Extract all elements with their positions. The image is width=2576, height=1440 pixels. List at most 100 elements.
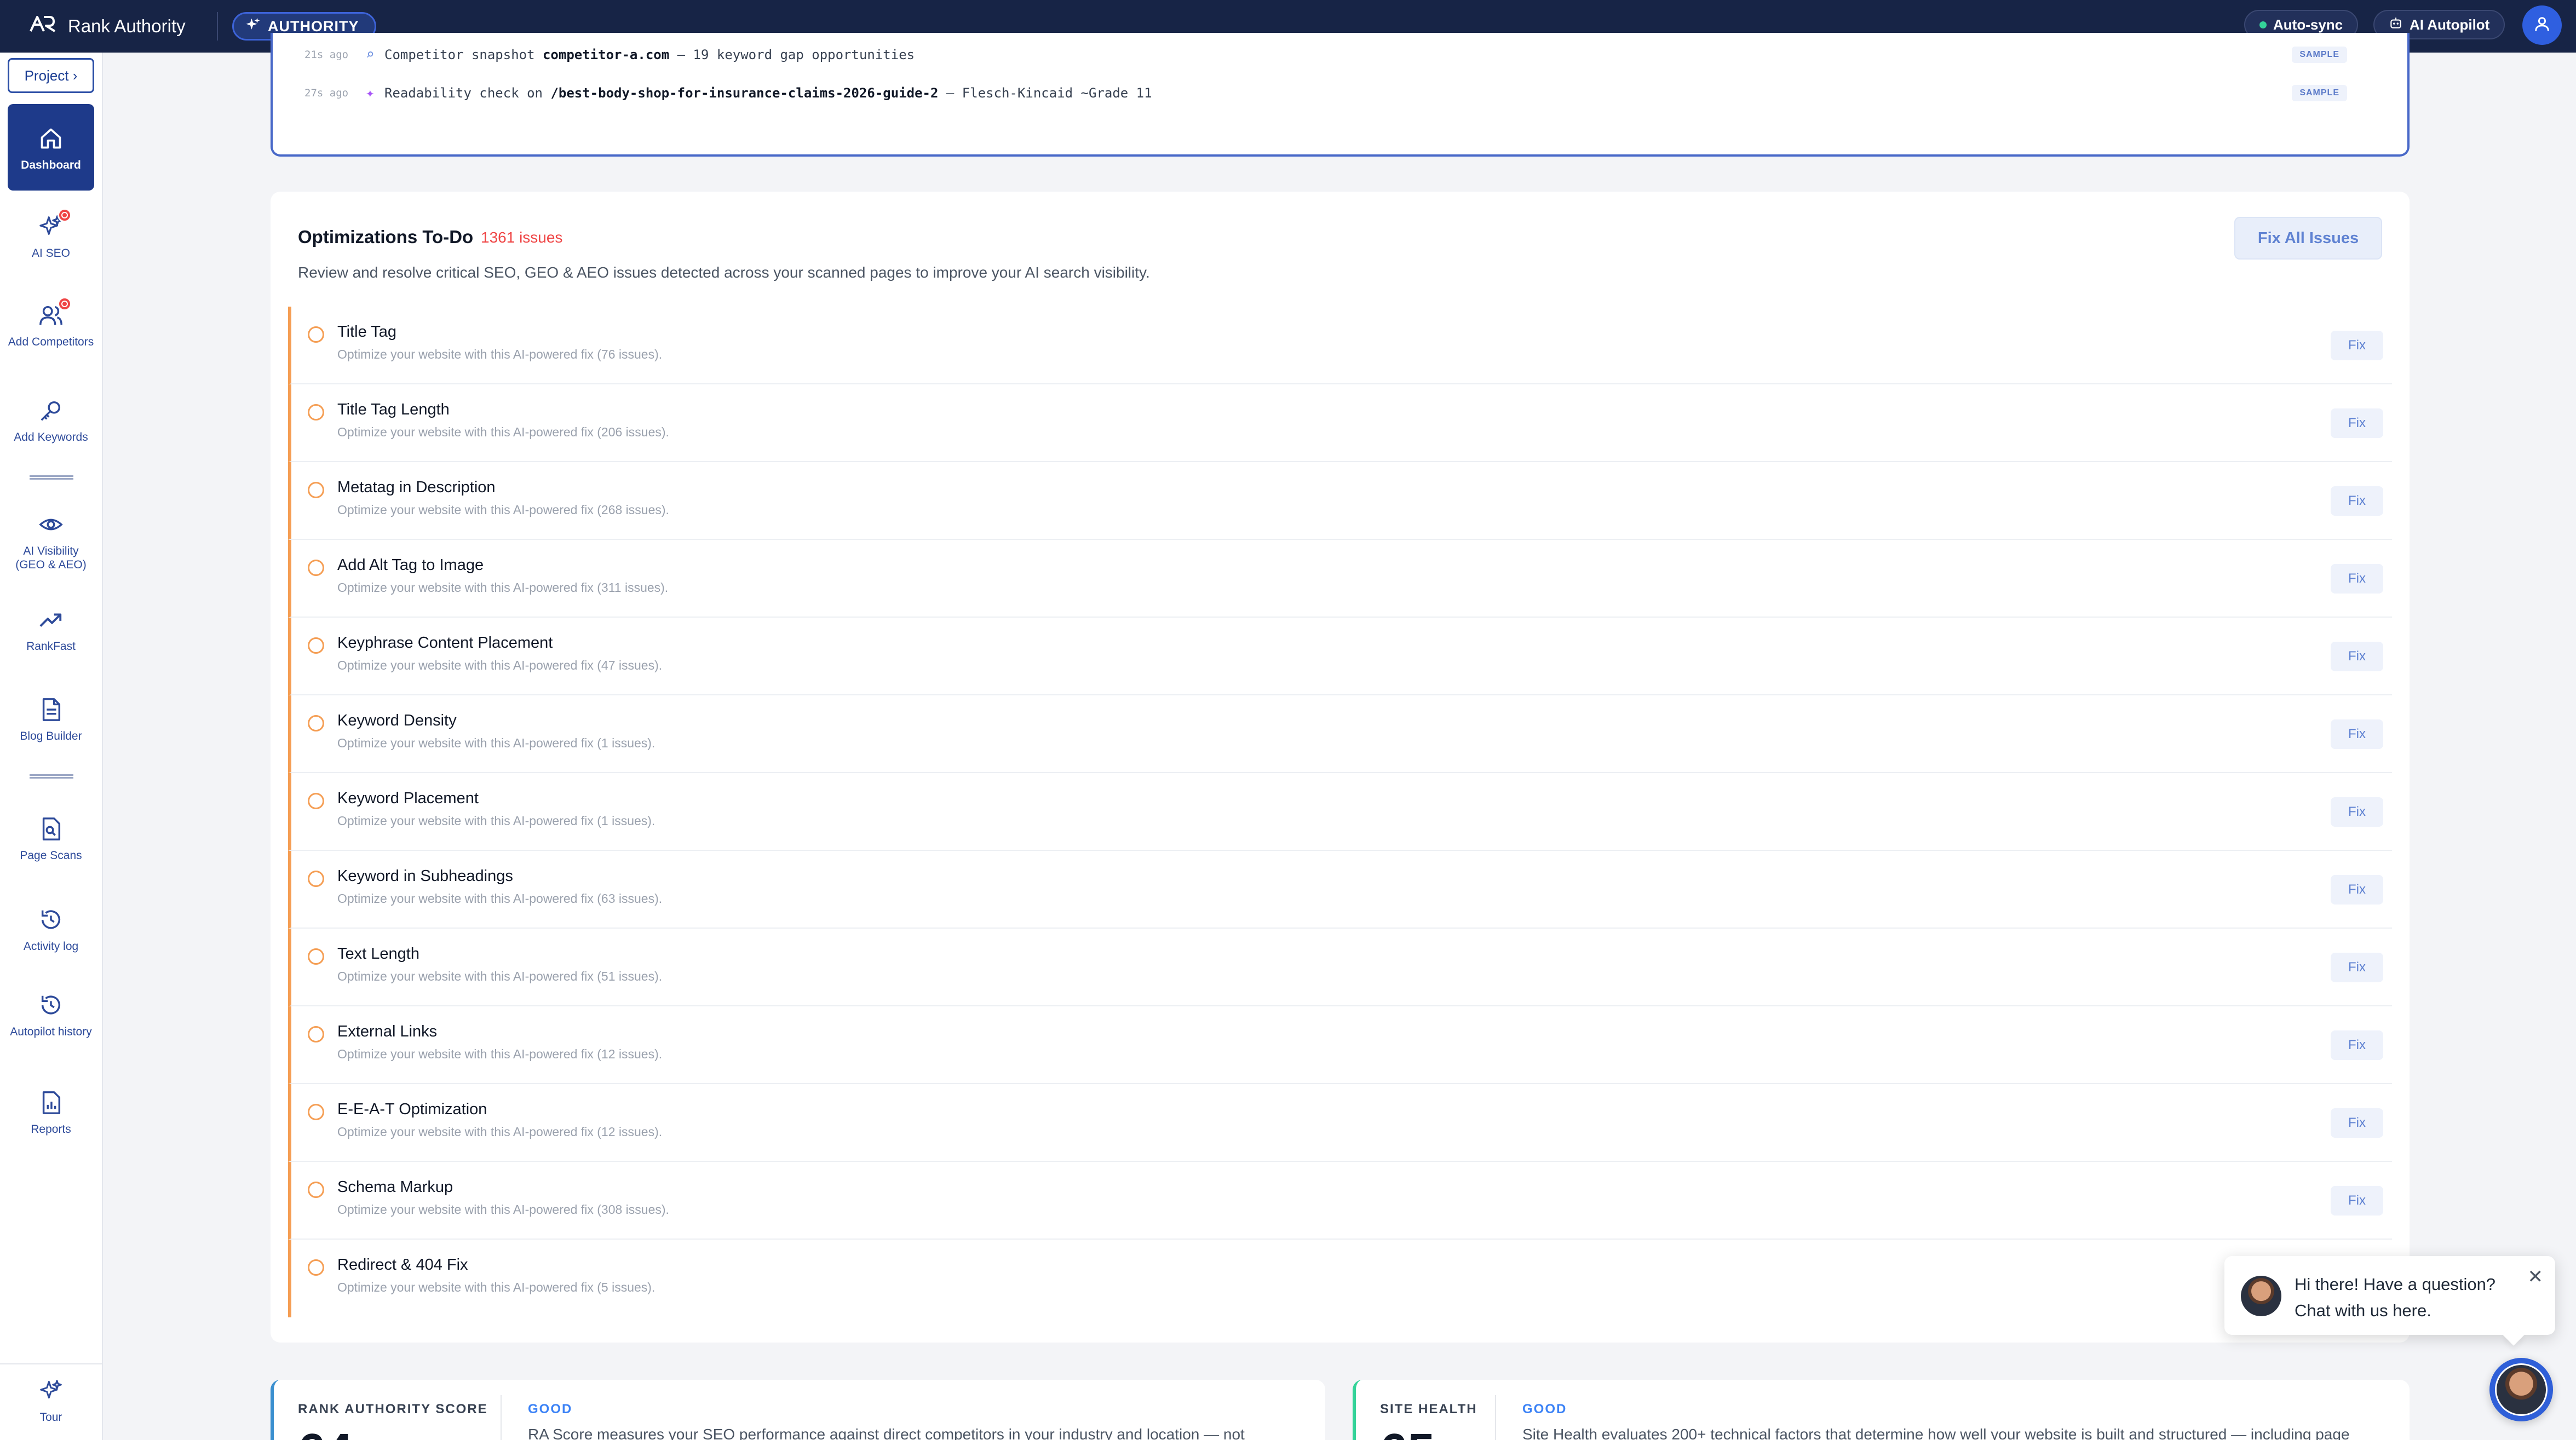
issue-row-alt-tag[interactable]: Add Alt Tag to Image Optimize your websi… bbox=[288, 540, 2392, 618]
fix-button[interactable]: Fix bbox=[2331, 486, 2383, 516]
score-status: GOOD bbox=[528, 1402, 573, 1416]
activity-time: 21s ago bbox=[304, 49, 349, 61]
issue-radio[interactable] bbox=[308, 560, 324, 576]
sidebar-item-add-keywords[interactable]: Add Keywords bbox=[8, 395, 94, 444]
document-icon bbox=[36, 694, 66, 725]
issue-row-eeat[interactable]: E-E-A-T Optimization Optimize your websi… bbox=[288, 1084, 2392, 1162]
fix-button[interactable]: Fix bbox=[2331, 953, 2383, 982]
score-label: SITE HEALTH bbox=[1380, 1402, 1477, 1416]
sidebar-item-add-competitors[interactable]: Add Competitors bbox=[8, 297, 94, 349]
issue-row-redirect-404[interactable]: Redirect & 404 Fix Optimize your website… bbox=[288, 1240, 2392, 1317]
close-icon[interactable]: ✕ bbox=[2528, 1266, 2544, 1288]
search-icon: ⌕ bbox=[366, 47, 375, 63]
user-avatar[interactable] bbox=[2522, 5, 2562, 45]
key-icon bbox=[36, 395, 66, 426]
fix-button[interactable]: Fix bbox=[2331, 1030, 2383, 1060]
logo-mark-icon bbox=[30, 14, 59, 39]
fix-button[interactable]: Fix bbox=[2331, 564, 2383, 594]
agent-avatar bbox=[2495, 1363, 2548, 1416]
nav-divider bbox=[30, 475, 73, 480]
issue-radio[interactable] bbox=[308, 1182, 324, 1198]
sidebar-item-ai-seo[interactable]: AI SEO bbox=[8, 208, 94, 260]
issue-row-keyword-subheadings[interactable]: Keyword in Subheadings Optimize your web… bbox=[288, 851, 2392, 929]
sidebar: Project › Dashboard AI SEO Add Competito… bbox=[0, 53, 103, 1440]
sidebar-item-tour[interactable]: Tour bbox=[8, 1375, 94, 1424]
issue-radio[interactable] bbox=[308, 1104, 324, 1120]
issue-radio[interactable] bbox=[308, 793, 324, 809]
sidebar-item-dashboard[interactable]: Dashboard bbox=[8, 104, 94, 191]
issue-row-metatag-description[interactable]: Metatag in Description Optimize your web… bbox=[288, 462, 2392, 540]
fix-all-issues-button[interactable]: Fix All Issues bbox=[2234, 217, 2382, 260]
fix-button[interactable]: Fix bbox=[2331, 719, 2383, 749]
sample-tag: SAMPLE bbox=[2292, 85, 2347, 101]
auto-sync-label: Auto-sync bbox=[2273, 16, 2343, 33]
score-value: 64 bbox=[298, 1424, 353, 1440]
issue-name: Keyword Placement bbox=[337, 790, 479, 807]
brand-logo[interactable]: Rank Authority bbox=[30, 0, 186, 53]
issue-name: Metatag in Description bbox=[337, 479, 496, 496]
sidebar-item-label: Dashboard bbox=[21, 158, 81, 171]
rank-authority-score-card[interactable]: RANK AUTHORITY SCORE 64 GOOD RA Score me… bbox=[271, 1380, 1325, 1440]
issue-radio[interactable] bbox=[308, 326, 324, 343]
fix-button[interactable]: Fix bbox=[2331, 642, 2383, 671]
issue-row-external-links[interactable]: External Links Optimize your website wit… bbox=[288, 1006, 2392, 1084]
sidebar-item-page-scans[interactable]: Page Scans bbox=[8, 814, 94, 862]
sidebar-item-ai-visibility[interactable]: AI Visibility (GEO & AEO) bbox=[8, 509, 94, 572]
issue-row-keyword-density[interactable]: Keyword Density Optimize your website wi… bbox=[288, 695, 2392, 773]
report-icon bbox=[36, 1087, 66, 1118]
issue-radio[interactable] bbox=[308, 1026, 324, 1042]
sidebar-item-autopilot-history[interactable]: Autopilot history bbox=[8, 990, 94, 1039]
issue-radio[interactable] bbox=[308, 637, 324, 654]
optimizations-title: Optimizations To-Do bbox=[298, 227, 474, 247]
issue-radio[interactable] bbox=[308, 482, 324, 498]
issue-radio[interactable] bbox=[308, 1259, 324, 1276]
sparkles-icon bbox=[36, 1375, 66, 1406]
activity-row: 21s ago ⌕ Competitor snapshot competitor… bbox=[304, 38, 2347, 71]
issue-description: Optimize your website with this AI-power… bbox=[337, 1280, 656, 1294]
issue-description: Optimize your website with this AI-power… bbox=[337, 503, 669, 517]
agent-avatar bbox=[2241, 1276, 2281, 1316]
fix-button[interactable]: Fix bbox=[2331, 331, 2383, 360]
sidebar-item-blog-builder[interactable]: Blog Builder bbox=[8, 694, 94, 743]
site-health-card[interactable]: SITE HEALTH 65 GOOD Site Health evaluate… bbox=[1353, 1380, 2410, 1440]
sidebar-item-activity-log[interactable]: Activity log bbox=[8, 905, 94, 953]
sample-tag: SAMPLE bbox=[2292, 47, 2347, 63]
issue-radio[interactable] bbox=[308, 404, 324, 421]
score-value: 65 bbox=[1380, 1424, 1435, 1440]
activity-feed-card: 21s ago ⌕ Competitor snapshot competitor… bbox=[271, 33, 2410, 157]
issue-name: Redirect & 404 Fix bbox=[337, 1256, 468, 1274]
project-selector[interactable]: Project › bbox=[8, 58, 94, 93]
history-icon bbox=[36, 990, 66, 1021]
score-divider bbox=[1495, 1395, 1496, 1440]
user-icon bbox=[2533, 15, 2551, 36]
issue-radio[interactable] bbox=[308, 715, 324, 731]
issue-row-text-length[interactable]: Text Length Optimize your website with t… bbox=[288, 929, 2392, 1006]
activity-text: Readability check on /best-body-shop-for… bbox=[384, 85, 1152, 101]
chat-message: Hi there! Have a question? Chat with us … bbox=[2295, 1275, 2496, 1320]
fix-button[interactable]: Fix bbox=[2331, 1186, 2383, 1216]
issue-row-schema-markup[interactable]: Schema Markup Optimize your website with… bbox=[288, 1162, 2392, 1240]
issue-row-keyword-placement[interactable]: Keyword Placement Optimize your website … bbox=[288, 773, 2392, 851]
fix-button[interactable]: Fix bbox=[2331, 797, 2383, 827]
issue-description: Optimize your website with this AI-power… bbox=[337, 891, 663, 906]
issue-row-keyphrase-placement[interactable]: Keyphrase Content Placement Optimize you… bbox=[288, 618, 2392, 695]
chat-popup[interactable]: Hi there! Have a question? Chat with us … bbox=[2224, 1256, 2555, 1335]
issue-radio[interactable] bbox=[308, 948, 324, 965]
issue-description: Optimize your website with this AI-power… bbox=[337, 969, 663, 983]
notification-badge bbox=[58, 208, 72, 222]
issue-name: Schema Markup bbox=[337, 1178, 453, 1196]
sidebar-item-rankfast[interactable]: RankFast bbox=[8, 604, 94, 653]
score-label: RANK AUTHORITY SCORE bbox=[298, 1402, 488, 1416]
score-description: RA Score measures your SEO performance a… bbox=[528, 1426, 1245, 1440]
sidebar-item-reports[interactable]: Reports bbox=[8, 1087, 94, 1136]
fix-button[interactable]: Fix bbox=[2331, 1108, 2383, 1138]
issue-list: Title Tag Optimize your website with thi… bbox=[288, 307, 2392, 1317]
fix-button[interactable]: Fix bbox=[2331, 408, 2383, 438]
fix-button[interactable]: Fix bbox=[2331, 875, 2383, 905]
issue-name: Text Length bbox=[337, 945, 419, 963]
issue-row-title-tag[interactable]: Title Tag Optimize your website with thi… bbox=[288, 307, 2392, 384]
trending-up-icon bbox=[36, 604, 66, 635]
chat-launcher-button[interactable] bbox=[2489, 1358, 2553, 1421]
issue-row-title-tag-length[interactable]: Title Tag Length Optimize your website w… bbox=[288, 384, 2392, 462]
issue-radio[interactable] bbox=[308, 871, 324, 887]
